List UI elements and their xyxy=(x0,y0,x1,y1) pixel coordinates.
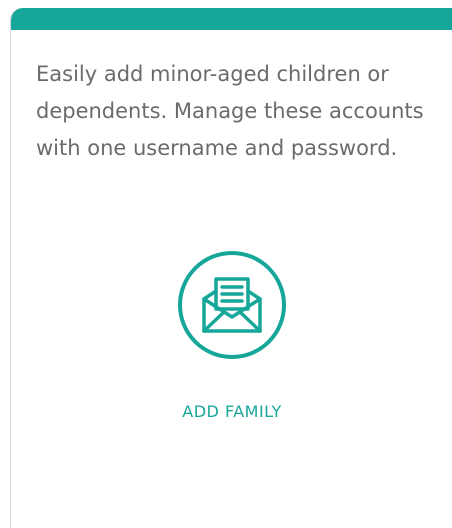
add-family-button[interactable]: ADD FAMILY xyxy=(11,251,452,421)
add-family-icon-circle[interactable] xyxy=(178,251,286,359)
add-family-label[interactable]: ADD FAMILY xyxy=(182,402,281,421)
card-accent-bar xyxy=(11,8,452,30)
card-description: Easily add minor-aged children or depend… xyxy=(36,62,424,160)
add-family-card: Easily add minor-aged children or depend… xyxy=(10,8,452,528)
envelope-letter-icon xyxy=(202,277,262,333)
